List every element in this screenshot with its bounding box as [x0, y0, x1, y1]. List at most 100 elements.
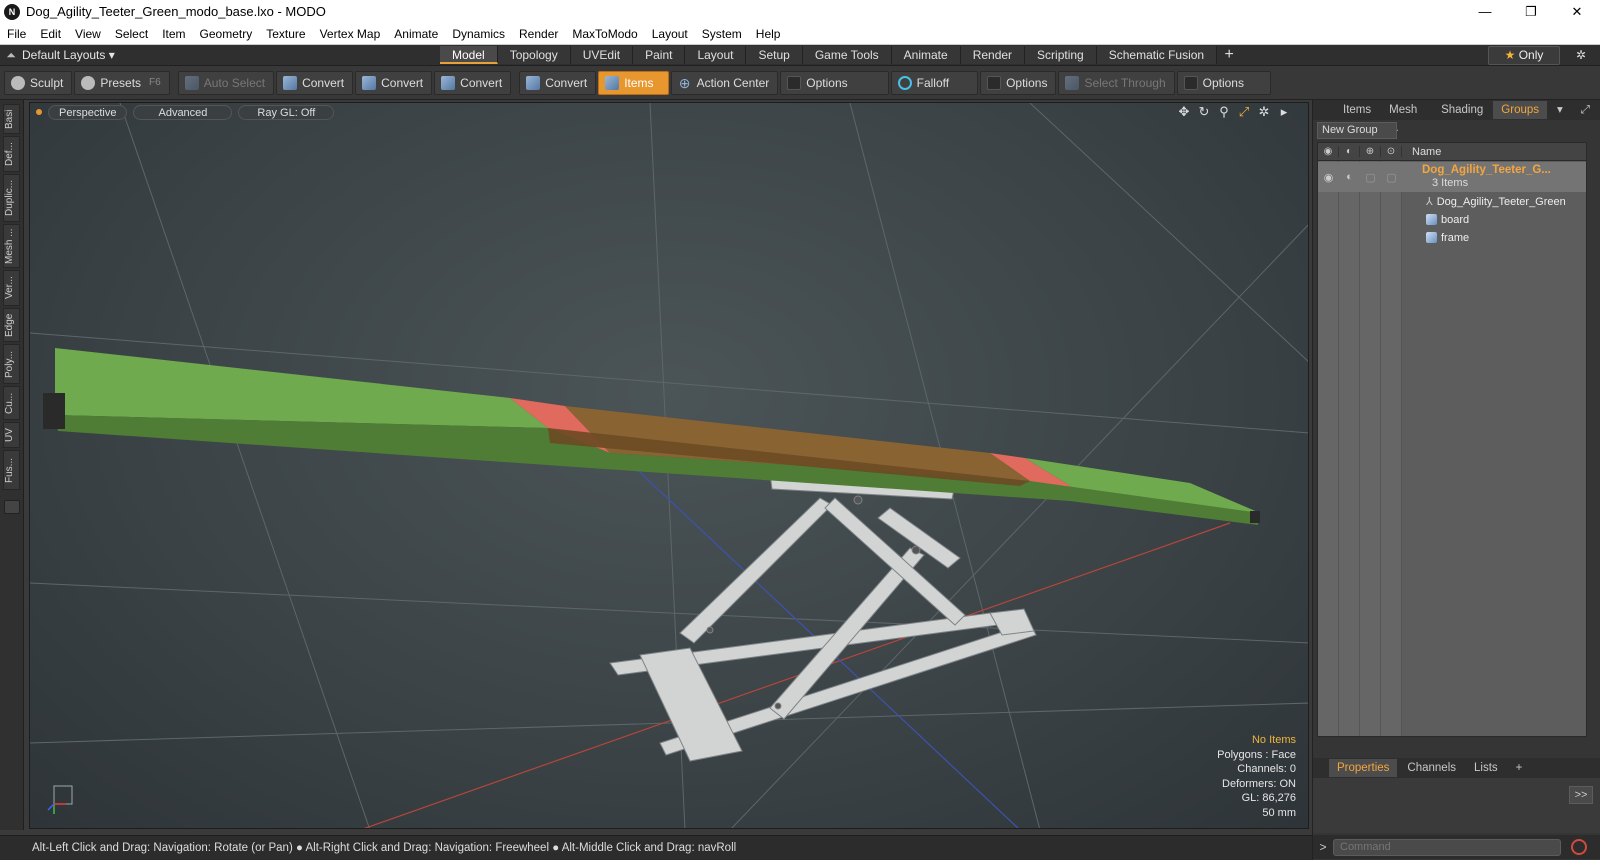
vtab-fusion[interactable]: Fus...: [3, 450, 20, 490]
vtab-edge[interactable]: Edge: [3, 308, 20, 342]
perspective-button[interactable]: Perspective: [48, 104, 128, 120]
add-panel-tab-button[interactable]: +: [1508, 759, 1531, 777]
group-select-icon[interactable]: ▢: [1381, 171, 1402, 184]
maximize-button[interactable]: ❐: [1508, 0, 1554, 23]
zoom-icon[interactable]: ⚲: [1214, 104, 1234, 120]
tab-setup[interactable]: Setup: [746, 46, 803, 64]
items-mode-button[interactable]: Items: [598, 70, 669, 95]
tab-game-tools[interactable]: Game Tools: [802, 46, 892, 64]
menu-render[interactable]: Render: [512, 23, 565, 45]
vtab-vertex[interactable]: Ver...: [3, 270, 20, 306]
options-checkbox-2[interactable]: [987, 75, 1002, 90]
gear-icon[interactable]: ✲: [1570, 46, 1592, 65]
convert-button-2[interactable]: Convert: [355, 70, 433, 95]
command-input[interactable]: [1333, 838, 1561, 856]
menu-layout[interactable]: Layout: [645, 23, 695, 45]
menu-edit[interactable]: Edit: [33, 23, 68, 45]
vtab-uv[interactable]: UV: [3, 422, 20, 448]
vtab-polygon[interactable]: Poly...: [3, 344, 20, 384]
options-checkbox-3[interactable]: [1183, 75, 1198, 90]
tab-properties[interactable]: Properties: [1329, 759, 1398, 777]
sculpt-button[interactable]: Sculpt: [4, 70, 73, 95]
tree-item-board[interactable]: board: [1426, 211, 1469, 228]
vtab-curve[interactable]: Cu...: [3, 386, 20, 420]
advanced-button[interactable]: Advanced: [133, 104, 233, 120]
tree-item-locator[interactable]: ⅄ Dog_Agility_Teeter_Green: [1426, 193, 1566, 210]
menu-item[interactable]: Item: [155, 23, 192, 45]
tab-scripting[interactable]: Scripting: [1025, 46, 1097, 64]
group-visibility-icon[interactable]: ◉: [1318, 171, 1339, 184]
vtab-duplicate[interactable]: Duplic...: [3, 174, 20, 222]
tab-topology[interactable]: Topology: [497, 46, 571, 64]
vtab-basic[interactable]: Basi: [3, 104, 20, 134]
fit-icon[interactable]: ⤢: [1234, 104, 1254, 120]
options-button-1[interactable]: Options: [780, 70, 889, 95]
tab-render[interactable]: Render: [960, 46, 1026, 64]
record-icon[interactable]: [1571, 839, 1587, 855]
render-column-icon[interactable]: ◐: [1339, 146, 1360, 157]
lock-column-icon[interactable]: ⊕: [1360, 146, 1381, 157]
action-center-button[interactable]: ⊕ Action Center: [670, 70, 779, 95]
close-button[interactable]: ✕: [1554, 0, 1600, 23]
options-button-3[interactable]: Options: [1176, 70, 1271, 95]
tab-channels[interactable]: Channels: [1399, 759, 1464, 777]
select-through-button[interactable]: Select Through: [1058, 70, 1175, 95]
convert-button-3[interactable]: Convert: [434, 70, 512, 95]
falloff-button[interactable]: Falloff: [890, 70, 979, 95]
tab-layout[interactable]: Layout: [685, 46, 747, 64]
tab-model[interactable]: Model: [440, 46, 498, 64]
viewport-expand-icon[interactable]: ▸: [1274, 104, 1294, 120]
group-render-icon[interactable]: ◐: [1339, 171, 1360, 183]
group-lock-icon[interactable]: ▢: [1360, 171, 1381, 184]
viewport-menu-dot[interactable]: [36, 109, 42, 115]
minimize-button[interactable]: —: [1462, 0, 1508, 23]
convert-button-4[interactable]: Convert: [519, 70, 597, 95]
group-row[interactable]: ◉ ◐ ▢ ▢ Dog_Agility_Teeter_G... 3 Items: [1318, 162, 1586, 192]
vtab-deform[interactable]: Def...: [3, 136, 20, 172]
menu-texture[interactable]: Texture: [259, 23, 312, 45]
options-checkbox-1[interactable]: [787, 75, 802, 90]
tab-items[interactable]: Items: [1335, 101, 1379, 119]
strip-toggle-button[interactable]: [4, 500, 20, 514]
default-layouts-dropdown[interactable]: Default Layouts ▾: [22, 48, 115, 62]
menu-system[interactable]: System: [695, 23, 749, 45]
viewport-settings-icon[interactable]: ✲: [1254, 104, 1274, 120]
layouts-selector[interactable]: ⏶ Default Layouts ▾: [0, 45, 440, 66]
menu-dynamics[interactable]: Dynamics: [445, 23, 512, 45]
vtab-mesh[interactable]: Mesh ...: [3, 224, 20, 268]
tree-item-frame[interactable]: frame: [1426, 229, 1469, 246]
auto-select-button[interactable]: Auto Select: [177, 70, 275, 95]
tab-mesh[interactable]: Mesh ...: [1381, 101, 1431, 134]
menu-help[interactable]: Help: [749, 23, 788, 45]
tab-lists[interactable]: Lists: [1466, 759, 1506, 777]
menu-view[interactable]: View: [68, 23, 108, 45]
menu-vertex-map[interactable]: Vertex Map: [313, 23, 388, 45]
menu-geometry[interactable]: Geometry: [193, 23, 260, 45]
tab-groups[interactable]: Groups: [1493, 101, 1548, 119]
add-tab-button[interactable]: +: [1217, 46, 1241, 64]
only-button[interactable]: ★ Only: [1488, 46, 1560, 65]
menu-select[interactable]: Select: [108, 23, 155, 45]
tab-schematic-fusion[interactable]: Schematic Fusion: [1096, 46, 1218, 64]
tab-paint[interactable]: Paint: [633, 46, 686, 64]
convert-button-1[interactable]: Convert: [276, 70, 354, 95]
scene-render[interactable]: [30, 103, 1309, 829]
3d-viewport[interactable]: Perspective Advanced Ray GL: Off ✥ ↻ ⚲ ⤢…: [29, 102, 1309, 829]
menu-animate[interactable]: Animate: [387, 23, 445, 45]
new-group-button[interactable]: New Group: [1317, 122, 1397, 139]
pan-icon[interactable]: ✥: [1174, 104, 1194, 120]
select-column-icon[interactable]: ⊙: [1381, 146, 1402, 157]
raygl-button[interactable]: Ray GL: Off: [238, 104, 335, 120]
expand-button[interactable]: >>: [1569, 786, 1593, 804]
rotate-icon[interactable]: ↻: [1194, 104, 1214, 120]
menu-maxtomodo[interactable]: MaxToModo: [565, 23, 644, 45]
menu-file[interactable]: File: [0, 23, 33, 45]
presets-button[interactable]: Presets F6: [74, 70, 170, 95]
tab-uvedit[interactable]: UVEdit: [570, 46, 634, 64]
visibility-column-icon[interactable]: ◉: [1318, 146, 1339, 157]
options-button-2[interactable]: Options: [980, 70, 1057, 95]
collapse-up-icon[interactable]: ⏶: [0, 48, 22, 63]
panel-dropdown-icon[interactable]: ▾: [1549, 101, 1571, 119]
tab-shading[interactable]: Shading: [1433, 101, 1491, 119]
panel-popout-icon[interactable]: ⤢: [1573, 101, 1598, 119]
